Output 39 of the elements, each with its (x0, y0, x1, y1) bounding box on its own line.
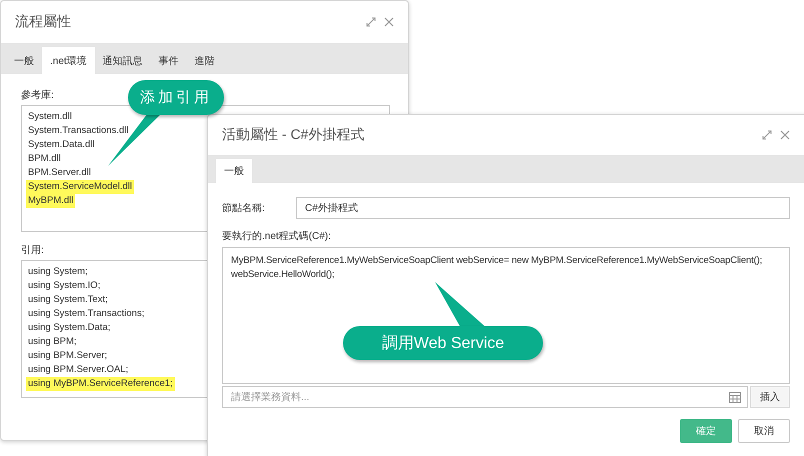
data-field[interactable]: 請選擇業務資料... (222, 386, 748, 408)
list-item[interactable]: MyBPM.dll (26, 194, 76, 208)
window-title: 流程屬性 (15, 13, 71, 31)
field-label: 參考庫: (21, 88, 54, 102)
tab[interactable]: .net環境 (42, 47, 95, 74)
expand-icon[interactable] (366, 17, 376, 27)
code-line: using System.IO; (27, 279, 102, 293)
code-line: webService.HelloWorld(); (231, 268, 334, 282)
list-item[interactable]: System.ServiceModel.dll (26, 180, 134, 194)
code-line: using System; (27, 265, 89, 279)
code-line: using BPM.Server; (27, 349, 108, 363)
table-icon[interactable] (729, 392, 741, 403)
list-item[interactable]: System.dll (26, 110, 74, 124)
code-line: MyBPM.ServiceReference1.MyWebServiceSoapClient webService= new MyBPM.ServiceReference1.MyWebServiceSoapClient(); (231, 254, 762, 268)
node-name-field[interactable]: C#外掛程式 (296, 197, 790, 219)
field-label: 要執行的.net程式碼(C#): (222, 230, 331, 243)
window-title: 活動屬性 - C#外掛程式 (222, 126, 364, 144)
tab[interactable]: 一般 (6, 47, 42, 74)
code-line: using System.Data; (27, 321, 112, 335)
field-label: 引用: (21, 244, 44, 257)
expand-icon[interactable] (762, 130, 772, 140)
list-item[interactable]: BPM.dll (26, 152, 63, 166)
code-line: using BPM; (27, 335, 78, 349)
code-line: using System.Text; (27, 293, 109, 307)
field-label: 節點名稱: (222, 202, 266, 215)
tab[interactable]: 一般 (216, 159, 252, 183)
code-line: using BPM.Server.OAL; (27, 363, 130, 377)
list-item[interactable]: System.Data.dll (26, 138, 97, 152)
list-item[interactable]: System.Transactions.dll (26, 124, 130, 138)
callout-bubble: 添加引用 (128, 80, 224, 115)
close-icon[interactable] (780, 130, 790, 140)
dialog-button[interactable]: 取消 (738, 419, 790, 443)
tab[interactable]: 事件 (150, 47, 187, 74)
list-item[interactable]: BPM.Server.dll (26, 166, 93, 180)
code-line: using System.Transactions; (27, 307, 146, 321)
close-icon[interactable] (384, 17, 394, 27)
insert-button[interactable]: 插入 (750, 386, 790, 408)
tab[interactable]: 進階 (186, 47, 223, 74)
tab[interactable]: 通知訊息 (94, 47, 151, 74)
